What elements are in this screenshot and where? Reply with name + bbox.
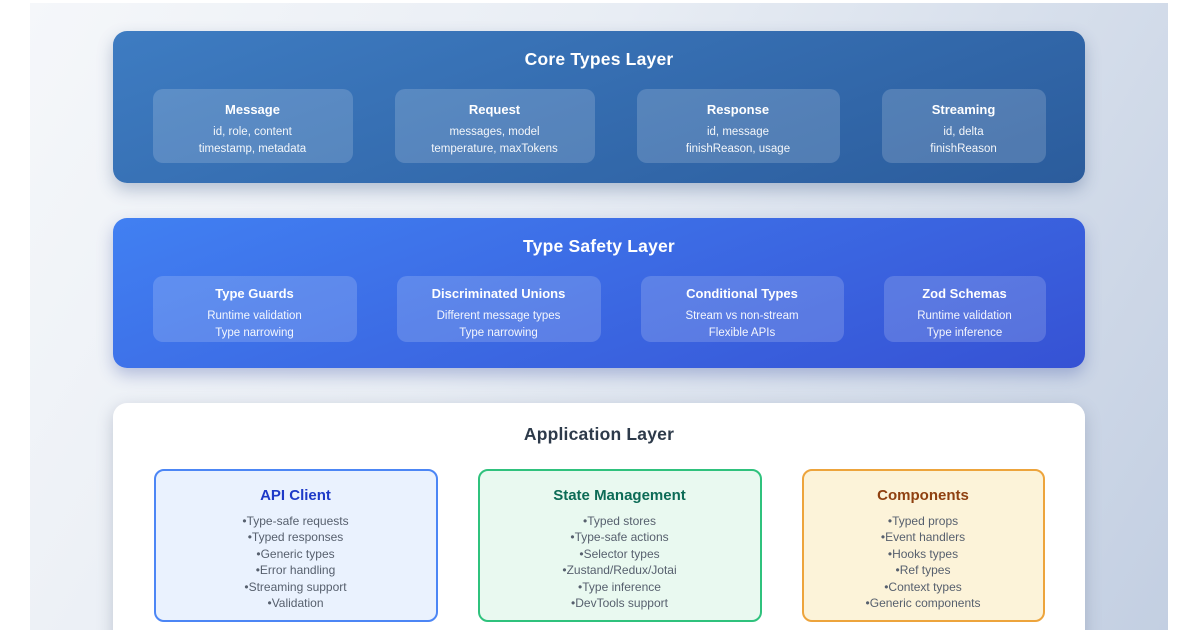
feature-item: Streaming support bbox=[156, 579, 436, 595]
type-card-detail: id, role, content bbox=[153, 124, 353, 141]
safety-card-detail: Runtime validation bbox=[884, 308, 1046, 325]
type-card-request: Request messages, model temperature, max… bbox=[395, 89, 595, 163]
feature-item: Hooks types bbox=[804, 546, 1043, 562]
safety-card-discriminated-unions: Discriminated Unions Different message t… bbox=[397, 276, 601, 342]
type-safety-card-row: Type Guards Runtime validation Type narr… bbox=[113, 276, 1085, 342]
app-card-feature-list: Typed stores Type-safe actions Selector … bbox=[480, 513, 760, 611]
app-card-state-management: State Management Typed stores Type-safe … bbox=[478, 469, 762, 622]
safety-card-title: Conditional Types bbox=[641, 286, 844, 301]
application-card-row: API Client Type-safe requests Typed resp… bbox=[113, 469, 1085, 622]
type-card-detail: id, delta bbox=[882, 124, 1046, 141]
diagram-content: Core Types Layer Message id, role, conte… bbox=[113, 31, 1085, 630]
type-card-title: Streaming bbox=[882, 102, 1046, 117]
feature-item: Generic types bbox=[156, 546, 436, 562]
safety-card-title: Type Guards bbox=[153, 286, 357, 301]
feature-item: Context types bbox=[804, 579, 1043, 595]
feature-item: Event handlers bbox=[804, 529, 1043, 545]
feature-item: Type-safe actions bbox=[480, 529, 760, 545]
type-card-detail: temperature, maxTokens bbox=[395, 141, 595, 158]
safety-card-detail: Type narrowing bbox=[397, 325, 601, 342]
safety-card-detail: Different message types bbox=[397, 308, 601, 325]
safety-card-detail: Type narrowing bbox=[153, 325, 357, 342]
feature-item: Selector types bbox=[480, 546, 760, 562]
app-card-title: State Management bbox=[480, 487, 760, 504]
app-card-title: API Client bbox=[156, 487, 436, 504]
app-card-components: Components Typed props Event handlers Ho… bbox=[802, 469, 1045, 622]
type-card-detail: finishReason, usage bbox=[637, 141, 840, 158]
safety-card-detail: Type inference bbox=[884, 325, 1046, 342]
safety-card-conditional-types: Conditional Types Stream vs non-stream F… bbox=[641, 276, 844, 342]
feature-item: Error handling bbox=[156, 562, 436, 578]
feature-item: Typed responses bbox=[156, 529, 436, 545]
layer-title-application: Application Layer bbox=[113, 403, 1085, 445]
type-card-detail: id, message bbox=[637, 124, 840, 141]
feature-item: Zustand/Redux/Jotai bbox=[480, 562, 760, 578]
layer-type-safety: Type Safety Layer Type Guards Runtime va… bbox=[113, 218, 1085, 368]
app-card-api-client: API Client Type-safe requests Typed resp… bbox=[154, 469, 438, 622]
feature-item: Validation bbox=[156, 595, 436, 611]
type-card-detail: messages, model bbox=[395, 124, 595, 141]
safety-card-detail: Flexible APIs bbox=[641, 325, 844, 342]
safety-card-type-guards: Type Guards Runtime validation Type narr… bbox=[153, 276, 357, 342]
feature-item: Type inference bbox=[480, 579, 760, 595]
feature-item: Type-safe requests bbox=[156, 513, 436, 529]
feature-item: Ref types bbox=[804, 562, 1043, 578]
feature-item: Typed stores bbox=[480, 513, 760, 529]
layer-core-types: Core Types Layer Message id, role, conte… bbox=[113, 31, 1085, 183]
safety-card-detail: Runtime validation bbox=[153, 308, 357, 325]
type-card-title: Request bbox=[395, 102, 595, 117]
core-types-card-row: Message id, role, content timestamp, met… bbox=[113, 89, 1085, 163]
layer-application: Application Layer API Client Type-safe r… bbox=[113, 403, 1085, 630]
layer-title-type-safety: Type Safety Layer bbox=[113, 218, 1085, 257]
type-card-message: Message id, role, content timestamp, met… bbox=[153, 89, 353, 163]
type-card-title: Response bbox=[637, 102, 840, 117]
feature-item: Generic components bbox=[804, 595, 1043, 611]
app-card-title: Components bbox=[804, 487, 1043, 504]
feature-item: Typed props bbox=[804, 513, 1043, 529]
type-card-title: Message bbox=[153, 102, 353, 117]
safety-card-detail: Stream vs non-stream bbox=[641, 308, 844, 325]
safety-card-title: Discriminated Unions bbox=[397, 286, 601, 301]
safety-card-title: Zod Schemas bbox=[884, 286, 1046, 301]
layer-title-core-types: Core Types Layer bbox=[113, 31, 1085, 70]
app-card-feature-list: Typed props Event handlers Hooks types R… bbox=[804, 513, 1043, 611]
feature-item: DevTools support bbox=[480, 595, 760, 611]
safety-card-zod-schemas: Zod Schemas Runtime validation Type infe… bbox=[884, 276, 1046, 342]
type-card-detail: finishReason bbox=[882, 141, 1046, 158]
type-card-response: Response id, message finishReason, usage bbox=[637, 89, 840, 163]
diagram-background: Core Types Layer Message id, role, conte… bbox=[30, 3, 1168, 630]
type-card-streaming: Streaming id, delta finishReason bbox=[882, 89, 1046, 163]
app-card-feature-list: Type-safe requests Typed responses Gener… bbox=[156, 513, 436, 611]
type-card-detail: timestamp, metadata bbox=[153, 141, 353, 158]
